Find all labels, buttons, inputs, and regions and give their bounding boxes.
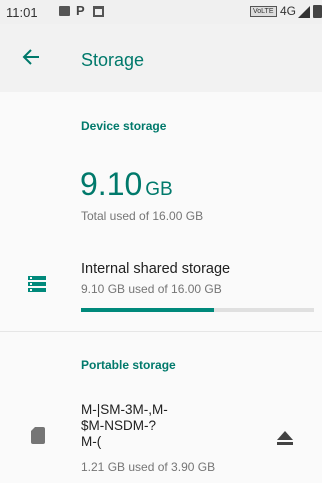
device-used-value: 9.10 <box>80 166 143 202</box>
back-arrow-icon[interactable] <box>22 48 40 66</box>
sd-card-icon <box>31 427 45 444</box>
internal-storage-title: Internal shared storage <box>81 261 231 277</box>
device-storage-summary: Total used of 16.00 GB <box>81 209 204 223</box>
signal-icon <box>298 6 310 18</box>
portable-storage-name: M-|SM-3M-,M- $M-NSDM-? M-( <box>81 402 168 449</box>
calendar-notification-icon <box>93 6 104 17</box>
portable-storage-heading: Portable storage <box>81 358 176 372</box>
page-title: Storage <box>81 50 145 70</box>
status-bar: 11:01 P VoLTE 4G <box>0 0 322 24</box>
device-used-total: 9.10 GB <box>80 166 173 203</box>
volte-badge: VoLTE <box>250 6 277 17</box>
device-used-unit: GB <box>145 179 173 200</box>
eject-icon[interactable] <box>277 431 293 445</box>
internal-storage-progress-fill <box>81 308 214 312</box>
internal-storage-progress <box>81 308 314 312</box>
status-time: 11:01 <box>6 5 38 20</box>
internal-storage-detail: 9.10 GB used of 16.00 GB <box>81 282 222 296</box>
device-storage-heading: Device storage <box>81 119 167 133</box>
network-type: 4G <box>280 4 297 18</box>
p-notification-icon: P <box>76 3 85 18</box>
message-notification-icon <box>59 6 70 16</box>
app-bar: Storage <box>0 24 322 92</box>
section-divider <box>0 331 322 332</box>
battery-icon <box>313 5 322 18</box>
portable-storage-detail: 1.21 GB used of 3.90 GB <box>81 460 216 474</box>
storage-icon <box>28 276 46 292</box>
